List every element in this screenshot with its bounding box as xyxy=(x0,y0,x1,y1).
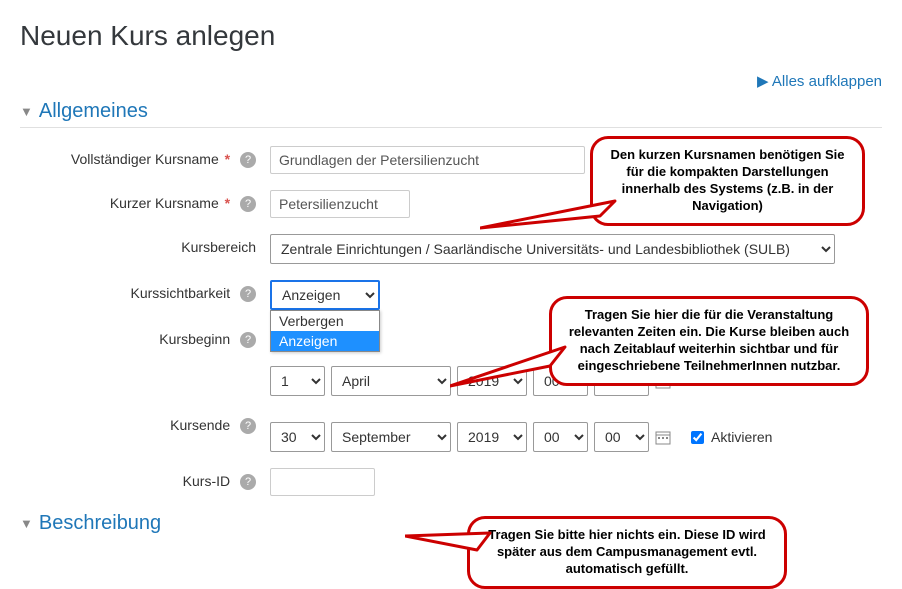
visibility-select[interactable]: Anzeigen xyxy=(270,280,380,310)
startdate-year-select[interactable]: 2019 xyxy=(457,366,527,396)
shortname-input[interactable] xyxy=(270,190,410,218)
fullname-label: Vollständiger Kursname xyxy=(71,151,219,167)
visibility-dropdown: Verbergen Anzeigen xyxy=(270,310,380,352)
callout-courseid: Tragen Sie bitte hier nichts ein. Diese … xyxy=(467,516,787,589)
callout-dates: Tragen Sie hier die für die Veranstaltun… xyxy=(549,296,869,386)
section-general-header[interactable]: ▼ Allgemeines xyxy=(20,100,882,128)
startdate-day-select[interactable]: 1 xyxy=(270,366,325,396)
category-label: Kursbereich xyxy=(181,239,256,255)
chevron-down-icon: ▼ xyxy=(20,516,33,531)
enddate-minute-select[interactable]: 00 xyxy=(594,422,649,452)
help-icon[interactable]: ? xyxy=(240,474,256,490)
courseid-input[interactable] xyxy=(270,468,375,496)
required-icon: * xyxy=(225,151,230,167)
section-general-title: Allgemeines xyxy=(39,100,148,123)
courseid-label: Kurs-ID xyxy=(183,473,230,489)
category-select[interactable]: Zentrale Einrichtungen / Saarländische U… xyxy=(270,234,835,264)
callout-shortname: Den kurzen Kursnamen benötigen Sie für d… xyxy=(590,136,865,226)
page-title: Neuen Kurs anlegen xyxy=(20,20,882,52)
calendar-icon[interactable] xyxy=(655,429,671,445)
help-icon[interactable]: ? xyxy=(240,332,256,348)
enddate-year-select[interactable]: 2019 xyxy=(457,422,527,452)
enddate-enable-label: Aktivieren xyxy=(711,429,772,445)
visibility-label: Kurssichtbarkeit xyxy=(131,285,231,301)
shortname-label: Kurzer Kursname xyxy=(110,195,219,211)
required-icon: * xyxy=(225,195,230,211)
enddate-label: Kursende xyxy=(170,417,230,433)
startdate-label: Kursbeginn xyxy=(159,331,230,347)
chevron-right-icon: ▶ xyxy=(757,73,769,90)
startdate-month-select[interactable]: April xyxy=(331,366,451,396)
help-icon[interactable]: ? xyxy=(240,152,256,168)
help-icon[interactable]: ? xyxy=(240,286,256,302)
expand-all-link[interactable]: ▶ Alles aufklappen xyxy=(757,73,882,90)
visibility-option-hide[interactable]: Verbergen xyxy=(271,311,379,331)
enddate-month-select[interactable]: September xyxy=(331,422,451,452)
enddate-hour-select[interactable]: 00 xyxy=(533,422,588,452)
enddate-day-select[interactable]: 30 xyxy=(270,422,325,452)
visibility-option-show[interactable]: Anzeigen xyxy=(271,331,379,351)
help-icon[interactable]: ? xyxy=(240,196,256,212)
enddate-enable-checkbox[interactable] xyxy=(691,431,704,444)
fullname-input[interactable] xyxy=(270,146,585,174)
help-icon[interactable]: ? xyxy=(240,418,256,434)
section-description-title: Beschreibung xyxy=(39,512,161,535)
chevron-down-icon: ▼ xyxy=(20,104,33,119)
